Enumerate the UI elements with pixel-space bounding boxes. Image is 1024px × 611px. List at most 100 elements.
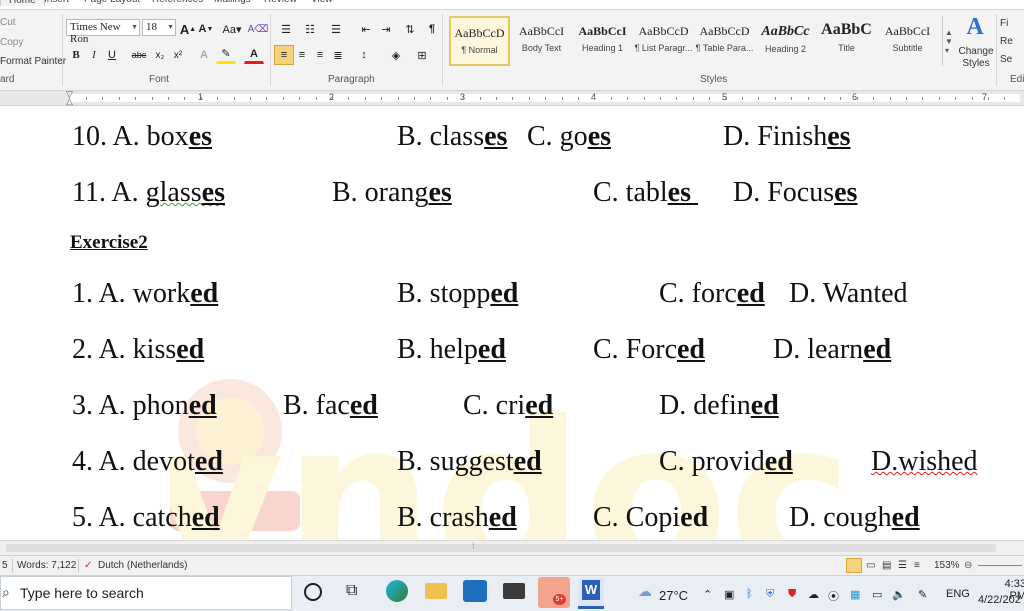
cut-button[interactable]: Cut (0, 17, 16, 28)
font-size-combo[interactable]: 18 ▼ (142, 19, 176, 36)
ruler-tick (119, 97, 120, 100)
align-left-icon[interactable]: ≡ (274, 45, 294, 65)
horizontal-scrollbar[interactable]: ⁞ (0, 540, 1024, 555)
language-indicator[interactable]: Dutch (Netherlands) (98, 560, 187, 571)
bullets-icon[interactable]: ☰ (276, 19, 296, 39)
find-icon[interactable]: Fi (1000, 14, 1008, 32)
style-name: ¶ List Paragr... (634, 43, 693, 53)
chevron-down-icon: ▼ (167, 23, 174, 31)
temperature[interactable]: 27°C (659, 588, 688, 603)
style-table-paragraph[interactable]: AaBbCcD ¶ Table Para... (694, 16, 755, 66)
justify-icon[interactable]: ≣ (328, 45, 348, 65)
ruler-tick (348, 97, 349, 100)
option-stem: D. Finish (723, 121, 828, 152)
cortana-icon[interactable] (304, 583, 322, 601)
document-page[interactable]: vndoc 10. A. boxes B. classes C. goes D.… (0, 106, 1024, 540)
ruler-tick (250, 97, 251, 100)
sort-icon[interactable]: ⇅ (400, 19, 420, 39)
web-layout-icon[interactable]: ▤ (882, 560, 891, 571)
tray-overflow-icon[interactable]: ⌃ (703, 588, 712, 601)
style-heading-1[interactable]: AaBbCcI Heading 1 (572, 16, 633, 66)
style-heading-2[interactable]: AaBbCc Heading 2 (755, 16, 816, 66)
underline-icon[interactable]: U (102, 45, 122, 65)
tab-mailings[interactable]: Mailings (214, 0, 251, 5)
shading-icon[interactable]: ◈ (386, 45, 406, 65)
italic-icon[interactable]: I (84, 45, 104, 65)
page-indicator[interactable]: 5 (2, 560, 8, 571)
clear-formatting-icon[interactable]: A⌫ (248, 19, 269, 39)
antivirus-icon[interactable]: ⛊ (788, 588, 796, 601)
battery-meter-icon[interactable]: ▣ (724, 588, 734, 601)
strikethrough-icon[interactable]: abc (128, 45, 150, 65)
superscript-icon[interactable]: x² (168, 45, 188, 65)
security-icon[interactable]: ⛨ (766, 588, 774, 601)
change-styles-icon[interactable]: A (958, 14, 992, 40)
weather-icon[interactable]: ☁ (638, 583, 652, 600)
pen-icon[interactable]: ✎ (918, 588, 927, 601)
edge-icon[interactable] (386, 580, 408, 602)
change-styles-button[interactable]: Change Styles (958, 46, 994, 70)
style-normal[interactable]: AaBbCcD ¶ Normal (449, 16, 510, 66)
input-language[interactable]: ENG (946, 588, 970, 600)
style-subtitle[interactable]: AaBbCcI Subtitle (877, 16, 938, 66)
tab-page-layout[interactable]: Page Layout (84, 0, 140, 5)
outline-view-icon[interactable]: ☰ (898, 560, 907, 571)
volume-icon[interactable]: 🔈 (892, 588, 906, 601)
subscript-icon[interactable]: x₂ (150, 45, 170, 65)
tab-home[interactable]: Home (0, 0, 45, 6)
print-layout-icon[interactable] (846, 558, 862, 573)
highlight-icon[interactable]: ✎ (216, 45, 236, 64)
copy-button[interactable]: Copy (0, 37, 23, 48)
word-count[interactable]: Words: 7,122 (17, 560, 76, 571)
borders-icon[interactable]: ⊞ (412, 45, 432, 65)
scrollbar-thumb[interactable] (6, 544, 996, 552)
tab-references[interactable]: References (152, 0, 203, 5)
battery-icon[interactable]: ▭ (872, 588, 882, 601)
replace-icon[interactable]: Re (1000, 32, 1013, 50)
multilevel-list-icon[interactable]: ☰ (326, 19, 346, 39)
dell-icon[interactable] (463, 580, 487, 602)
increase-indent-icon[interactable]: ⇥ (376, 19, 396, 39)
font-color-icon[interactable]: A (244, 45, 264, 64)
task-view-icon[interactable]: ⧉ (346, 582, 357, 600)
wifi-icon[interactable]: ⦿ (828, 588, 839, 604)
zoom-slider[interactable] (978, 565, 1022, 566)
show-marks-icon[interactable]: ¶ (422, 19, 442, 39)
text-effects-icon[interactable]: A (194, 45, 214, 65)
select-icon[interactable]: Se (1000, 50, 1012, 68)
style-body-text[interactable]: AaBbCcI Body Text (511, 16, 572, 66)
format-painter-button[interactable]: Format Painter (0, 56, 66, 67)
clock-date[interactable]: 4/22/202 (978, 594, 1021, 606)
zoom-out-icon[interactable]: ⊖ (964, 560, 972, 571)
change-case-icon[interactable]: Aa▾ (220, 19, 244, 39)
cloud-sync-icon[interactable]: ☁ (808, 588, 819, 601)
app-tray-icon[interactable]: ▦ (850, 588, 860, 601)
zoom-level[interactable]: 153% (934, 560, 960, 571)
indent-marker-icon[interactable]: ▽ △ (66, 90, 74, 106)
style-list-paragraph[interactable]: AaBbCcD ¶ List Paragr... (633, 16, 694, 66)
ruler-tick (824, 97, 825, 100)
tab-review[interactable]: Review (264, 0, 297, 5)
file-explorer-icon[interactable] (425, 583, 447, 599)
question-10-option-d: D. Finishes (723, 121, 851, 153)
font-name-combo[interactable]: Times New Ron ▼ (66, 19, 140, 45)
shrink-font-icon[interactable]: A ▼ (196, 19, 216, 39)
numbering-icon[interactable]: ☷ (300, 19, 320, 39)
draft-view-icon[interactable]: ≡ (914, 560, 920, 571)
align-center-icon[interactable]: ≡ (292, 45, 312, 65)
style-title[interactable]: AaBbC Title (816, 16, 877, 66)
full-screen-view-icon[interactable]: ▭ (866, 560, 875, 571)
option-stem: B. fac (283, 390, 350, 421)
proofing-icon[interactable]: ✓ (84, 560, 92, 571)
decrease-indent-icon[interactable]: ⇤ (356, 19, 376, 39)
tab-insert[interactable]: Insert (44, 0, 69, 5)
align-right-icon[interactable]: ≡ (310, 45, 330, 65)
exercise-heading: Exercise2 (70, 232, 148, 253)
mail-icon[interactable] (503, 583, 525, 599)
grow-font-icon[interactable]: A ▲ (178, 19, 198, 39)
bluetooth-icon[interactable]: ᛒ (746, 588, 753, 600)
bold-icon[interactable]: B (66, 45, 86, 65)
styles-gallery-scroll[interactable]: ▲ ▼ ▾ (942, 16, 955, 66)
line-spacing-icon[interactable]: ↕ (354, 45, 374, 65)
tab-view[interactable]: View (311, 0, 333, 5)
